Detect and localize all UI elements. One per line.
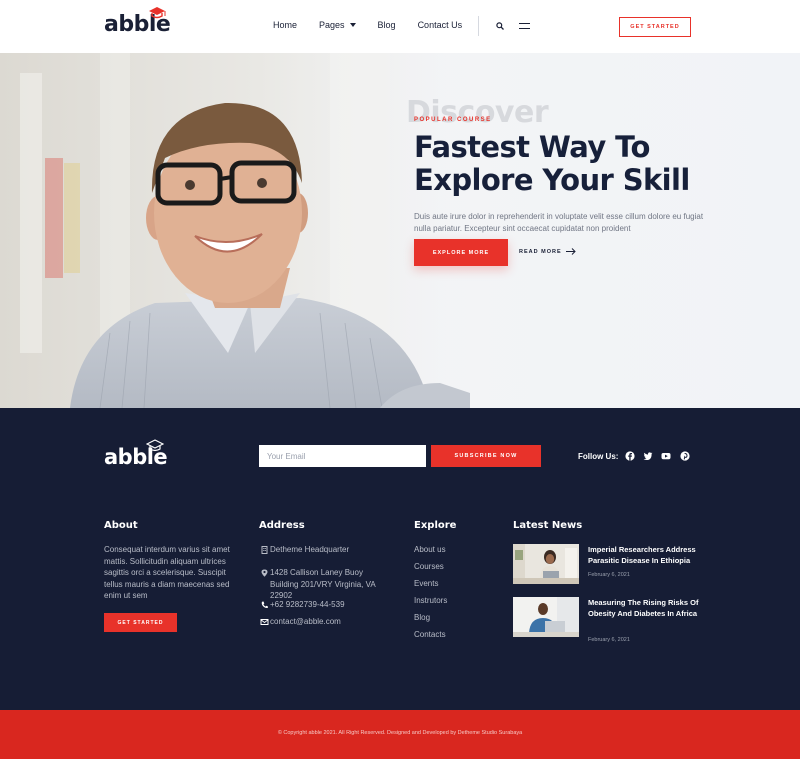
news-thumbnail-woman-laptop (513, 544, 579, 584)
explore-link-about[interactable]: About us (414, 545, 446, 554)
follow-us-label: Follow Us: (578, 452, 619, 461)
caret-down-icon (349, 23, 356, 27)
facebook-icon[interactable] (625, 451, 635, 461)
news-date: February 6, 2021 (588, 572, 630, 578)
explore-link-blog[interactable]: Blog (414, 613, 430, 622)
search-icon[interactable] (496, 22, 504, 30)
email-icon (260, 619, 269, 625)
news-item[interactable]: Imperial Researchers Address Parasitic D… (513, 544, 703, 584)
email-text[interactable]: contact@abble.com (270, 616, 341, 628)
address-headquarter: Detheme Headquarter (259, 544, 349, 556)
nav-blog[interactable]: Blog (378, 20, 396, 30)
arrow-right-icon (565, 248, 576, 255)
hero-title-line1: Fastest Way To (414, 130, 650, 164)
copyright-bar: © Copyright abble 2021. All Right Reserv… (0, 710, 800, 759)
site-header: abble Home Pages Blog Contact Us GET STA… (0, 0, 800, 53)
hero-description: Duis aute irure dolor in reprehenderit i… (414, 212, 704, 233)
youtube-icon[interactable] (661, 451, 671, 461)
news-thumbnail-man-laptop (513, 597, 579, 637)
nav-home[interactable]: Home (273, 20, 297, 30)
news-title[interactable]: Measuring The Rising Risks Of Obesity An… (588, 597, 703, 619)
nav-divider (478, 16, 479, 36)
nav-pages-label: Pages (319, 20, 345, 30)
hamburger-menu-icon[interactable] (519, 23, 530, 29)
street-text: 1428 Callison Laney Buoy Building 201/VR… (270, 568, 376, 600)
footer-get-started-button[interactable]: GET STARTED (104, 613, 177, 632)
explore-link-contacts[interactable]: Contacts (414, 630, 446, 639)
read-more-label: READ MORE (519, 248, 562, 255)
hero-section: Discover POPULAR COURSE Fastest Way To E… (0, 53, 800, 408)
headquarter-text: Detheme Headquarter (270, 545, 350, 554)
address-street: 1428 Callison Laney Buoy Building 201/VR… (259, 567, 385, 602)
main-nav: Home Pages Blog Contact Us (273, 20, 484, 30)
about-text: Consequat interdum varius sit amet matti… (104, 545, 230, 600)
building-icon (261, 546, 268, 554)
phone-icon (261, 601, 268, 609)
read-more-link[interactable]: READ MORE (519, 248, 576, 255)
phone-text[interactable]: +62 9282739-44-539 (270, 599, 345, 611)
site-footer: abble SUBSCRIBE NOW Follow Us: About Con… (0, 408, 800, 710)
explore-link-events[interactable]: Events (414, 579, 438, 588)
hero-photo-smiling-man (0, 53, 470, 408)
location-pin-icon (261, 569, 268, 577)
graduation-cap-icon (149, 7, 166, 19)
address-phone: +62 9282739-44-539 (259, 599, 345, 611)
news-title[interactable]: Imperial Researchers Address Parasitic D… (588, 544, 703, 566)
nav-pages[interactable]: Pages (319, 20, 356, 30)
footer-logo[interactable]: abble (104, 439, 168, 469)
logo[interactable]: abble (104, 7, 171, 37)
hero-title: Fastest Way To Explore Your Skill (414, 131, 744, 197)
get-started-button[interactable]: GET STARTED (619, 17, 691, 37)
hero-eyebrow: POPULAR COURSE (414, 117, 492, 123)
explore-title: Explore (414, 520, 457, 531)
copyright-text: © Copyright abble 2021. All Right Reserv… (277, 730, 523, 736)
latest-news-title: Latest News (513, 520, 583, 531)
hero-title-line2: Explore Your Skill (414, 163, 690, 197)
graduation-cap-icon (146, 439, 164, 452)
news-item[interactable]: Measuring The Rising Risks Of Obesity An… (513, 597, 703, 643)
explore-link-instructors[interactable]: Instrutors (414, 596, 447, 605)
nav-contact[interactable]: Contact Us (418, 20, 463, 30)
about-title: About (104, 520, 138, 531)
news-date: February 6, 2021 (588, 637, 630, 643)
hero-watermark: Discover (406, 95, 549, 130)
explore-more-button[interactable]: EXPLORE MORE (414, 239, 508, 266)
address-email: contact@abble.com (259, 616, 341, 628)
pinterest-icon[interactable] (680, 451, 690, 461)
newsletter-email-input[interactable] (259, 445, 426, 467)
address-title: Address (259, 520, 305, 531)
twitter-icon[interactable] (643, 451, 653, 461)
subscribe-button[interactable]: SUBSCRIBE NOW (431, 445, 541, 467)
explore-link-courses[interactable]: Courses (414, 562, 444, 571)
